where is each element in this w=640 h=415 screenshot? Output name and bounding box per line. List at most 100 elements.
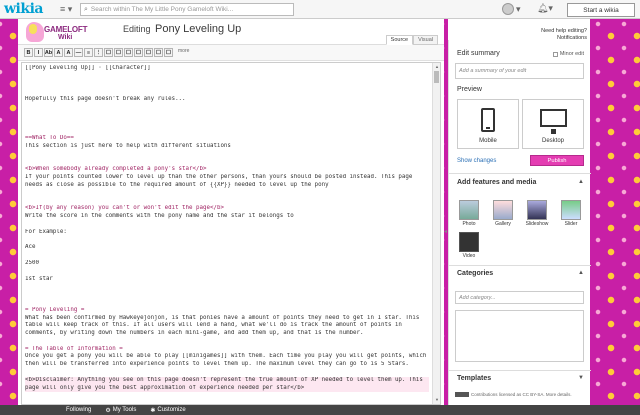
toolbar-button[interactable]: ☐ bbox=[124, 48, 133, 57]
wikitext-line bbox=[25, 112, 429, 120]
scroll-down-icon[interactable]: ▼ bbox=[434, 397, 440, 403]
wikitext-line bbox=[25, 159, 429, 167]
toolbar-more-button[interactable]: more bbox=[178, 48, 189, 54]
footer-toolbar: Following ⚙ My Tools ✱ Customize bbox=[0, 405, 640, 415]
following-link[interactable]: Following bbox=[66, 407, 91, 413]
toolbar-button[interactable]: A bbox=[54, 48, 63, 57]
wikitext-line bbox=[25, 198, 429, 206]
divider bbox=[449, 370, 591, 371]
show-changes-link[interactable]: Show changes bbox=[457, 158, 496, 164]
need-help-link[interactable]: Need help editing? bbox=[541, 28, 587, 35]
license-notice: Contributions licensed as CC BY-SA. More… bbox=[455, 392, 572, 397]
categories-collapse-icon[interactable]: ▲ bbox=[578, 270, 584, 276]
toolbar-button[interactable]: ☐ bbox=[134, 48, 143, 57]
menu-icon[interactable]: ≡ ▾ bbox=[60, 4, 72, 15]
add-photo-button[interactable]: Photo bbox=[457, 200, 481, 227]
toolbar-button[interactable]: ☐ bbox=[144, 48, 153, 57]
toolbar-button[interactable]: ☐ bbox=[114, 48, 123, 57]
wikitext-line bbox=[25, 104, 429, 112]
wikitext-line: [[Pony Leveling Up]] · [[Character]] bbox=[25, 65, 151, 71]
add-slideshow-button[interactable]: Slideshow bbox=[525, 200, 549, 227]
wikitext-line bbox=[25, 369, 429, 377]
toolbar-button[interactable]: B bbox=[24, 48, 33, 57]
toolbar-button[interactable]: ☐ bbox=[164, 48, 173, 57]
toolbar-button[interactable]: ☐ bbox=[104, 48, 113, 57]
wikitext-line: <b>Disclaimer: Anything you see on this … bbox=[25, 376, 429, 385]
page-title: Editing Pony Leveling Up bbox=[123, 23, 241, 35]
add-slider-button[interactable]: Slider bbox=[559, 200, 583, 227]
templates-heading: Templates bbox=[457, 375, 492, 382]
templates-expand-icon[interactable]: ▼ bbox=[578, 375, 584, 381]
wikitext-line bbox=[25, 81, 429, 89]
avatar-menu-icon[interactable]: ▾ bbox=[516, 4, 521, 15]
wikitext-line: 1st star bbox=[25, 275, 53, 282]
video-label: Video bbox=[462, 253, 476, 259]
pony-logo-icon bbox=[26, 22, 44, 42]
wikitext-content: [[Pony Leveling Up]] · [[Character]] Hope… bbox=[25, 65, 429, 393]
wikitext-line: page will only give you the best approxi… bbox=[25, 384, 429, 393]
customize-link[interactable]: ✱ Customize bbox=[150, 407, 185, 414]
wikitext-line bbox=[25, 190, 429, 198]
wiki-logo[interactable]: GAMELOFT Wiki bbox=[24, 21, 124, 45]
toolbar-button[interactable]: A bbox=[64, 48, 73, 57]
wikitext-line bbox=[25, 299, 429, 307]
toolbar-button[interactable]: ≡ bbox=[84, 48, 93, 57]
toolbar-button[interactable]: — bbox=[74, 48, 83, 57]
scrollbar-thumb[interactable] bbox=[434, 71, 439, 83]
wikitext-line bbox=[25, 283, 429, 291]
tab-source[interactable]: Source bbox=[385, 35, 414, 45]
preview-mobile-label: Mobile bbox=[479, 138, 497, 144]
global-navigation: wikia ≡ ▾ ⌕ Search within The My Little … bbox=[0, 0, 640, 19]
my-tools-menu[interactable]: ⚙ My Tools bbox=[105, 407, 136, 414]
preview-mobile-button[interactable]: Mobile bbox=[457, 99, 519, 149]
preview-desktop-button[interactable]: Desktop bbox=[522, 99, 584, 149]
search-input[interactable]: ⌕ Search within The My Little Pony Gamel… bbox=[80, 3, 294, 16]
wikia-logo[interactable]: wikia bbox=[4, 1, 43, 17]
start-a-wikia-button[interactable]: Start a wikia bbox=[567, 3, 635, 17]
category-input[interactable]: Add category... bbox=[455, 291, 584, 304]
wikitext-line: If your points counted lower to level up… bbox=[25, 174, 413, 181]
editor-mode-tabs: Source Visual bbox=[385, 35, 438, 45]
tab-visual[interactable]: Visual bbox=[413, 35, 438, 45]
wikitext-line bbox=[25, 151, 429, 159]
gallery-icon bbox=[493, 200, 513, 220]
following-label: Following bbox=[66, 407, 92, 413]
wikitext-line: = Pony Leveling = bbox=[25, 306, 85, 313]
add-video-button[interactable]: Video bbox=[457, 232, 481, 259]
minor-edit-checkbox[interactable]: Minor edit bbox=[552, 51, 584, 57]
slider-label: Slider bbox=[564, 221, 578, 227]
notifications-bell-icon[interactable]: 🔔︎▾ bbox=[537, 3, 553, 14]
customize-label: Customize bbox=[157, 407, 186, 413]
add-gallery-button[interactable]: Gallery bbox=[491, 200, 515, 227]
logo-text-wiki: Wiki bbox=[58, 34, 73, 41]
wikitext-line: <b>When somebody already completed a pon… bbox=[25, 166, 207, 173]
mobile-phone-icon bbox=[481, 108, 495, 132]
wikitext-line bbox=[25, 338, 429, 346]
toolbar-button[interactable]: Ab bbox=[44, 48, 53, 57]
scroll-up-icon[interactable]: ▲ bbox=[434, 64, 440, 70]
wikitext-line bbox=[25, 73, 429, 81]
features-collapse-icon[interactable]: ▲ bbox=[578, 179, 584, 185]
license-text[interactable]: Contributions licensed as CC BY-SA. More… bbox=[471, 392, 572, 397]
wikitext-editor[interactable]: [[Pony Leveling Up]] · [[Character]] Hope… bbox=[21, 62, 441, 405]
rail-header: Need help editing? Notifications bbox=[448, 19, 590, 41]
toolbar-button[interactable]: ☐ bbox=[154, 48, 163, 57]
wikitext-line: ==What To Do== bbox=[25, 135, 74, 142]
wikitext-line bbox=[25, 221, 429, 229]
wikitext-line: Once you get a pony you will be able to … bbox=[25, 353, 427, 360]
toolbar-button[interactable]: I bbox=[34, 48, 43, 57]
editor-scrollbar[interactable]: ▲ ▼ bbox=[432, 63, 440, 404]
category-list bbox=[455, 310, 584, 362]
wikitext-line bbox=[25, 120, 429, 128]
avatar[interactable] bbox=[502, 3, 514, 15]
wikitext-line: comments, by writing down the numbers in… bbox=[25, 330, 364, 337]
wikitext-line: Write the score in the comments with the… bbox=[25, 213, 294, 220]
preview-desktop-label: Desktop bbox=[541, 138, 564, 144]
summary-input[interactable]: Add a summary of your edit bbox=[455, 63, 584, 79]
photo-icon bbox=[459, 200, 479, 220]
publish-button[interactable]: Publish bbox=[530, 155, 584, 166]
minor-edit-check[interactable] bbox=[552, 51, 558, 57]
cc-by-sa-icon bbox=[455, 392, 469, 397]
toolbar-button[interactable]: ⋮ bbox=[94, 48, 103, 57]
wikitext-line: This section is just here to help with d… bbox=[25, 142, 231, 149]
